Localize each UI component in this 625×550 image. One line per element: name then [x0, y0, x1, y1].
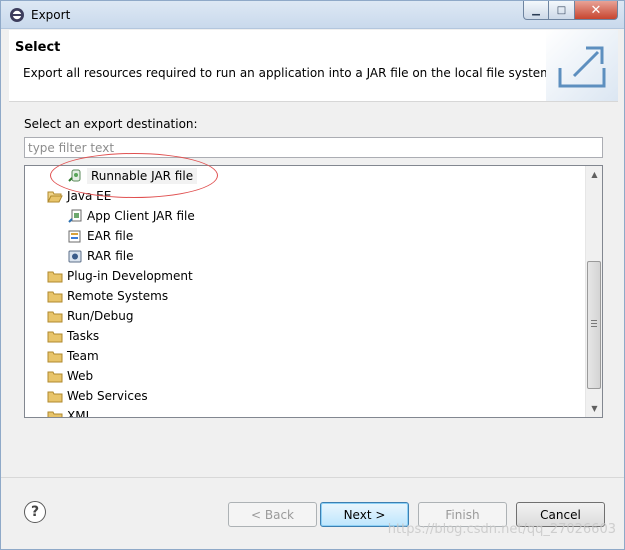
maximize-button[interactable]: □ — [549, 1, 575, 20]
tree-item[interactable]: Runnable JAR file — [67, 166, 198, 186]
tree-item-label: Java EE — [67, 189, 112, 203]
rar-icon — [67, 248, 83, 264]
tree-item-label: Remote Systems — [67, 289, 169, 303]
tree-item-label: EAR file — [87, 229, 134, 243]
back-button-label: < Back — [250, 507, 294, 522]
destination-label: Select an export destination: — [24, 117, 198, 131]
ear-icon — [67, 228, 83, 244]
filter-input[interactable] — [24, 137, 603, 158]
tree-item[interactable]: EAR file — [67, 226, 133, 246]
tree-item-label: Team — [67, 349, 99, 363]
scroll-down-icon[interactable]: ▼ — [586, 400, 602, 417]
folder-icon — [47, 308, 63, 324]
next-button-label: Next > — [343, 507, 386, 522]
folder-icon — [47, 368, 63, 384]
tree-item[interactable]: RAR file — [67, 246, 134, 266]
cancel-button-label: Cancel — [540, 507, 581, 522]
export-dialog: Export ▁ □ ✕ Select Export all resources… — [0, 0, 625, 550]
wizard-header: Select Export all resources required to … — [9, 30, 618, 102]
maximize-icon: □ — [556, 4, 567, 16]
tree-item[interactable]: Tasks — [47, 326, 99, 346]
tree-item[interactable]: Plug-in Development — [47, 266, 193, 286]
footer-divider — [1, 477, 624, 478]
tree-item-label: Web Services — [67, 389, 148, 403]
tree-item[interactable]: Remote Systems — [47, 286, 168, 306]
minimize-icon: ▁ — [532, 4, 540, 16]
folder-icon — [47, 348, 63, 364]
tree-item[interactable]: XML — [47, 406, 93, 418]
title-bar[interactable]: Export ▁ □ ✕ — [1, 1, 624, 29]
tree-item-label: Tasks — [67, 329, 100, 343]
tree-item-label: Web — [67, 369, 94, 383]
minimize-button[interactable]: ▁ — [523, 1, 549, 20]
grip-icon — [591, 320, 597, 327]
help-icon: ? — [30, 504, 40, 520]
folder-icon — [47, 288, 63, 304]
finish-button-label: Finish — [445, 507, 480, 522]
tree-item-label: Run/Debug — [67, 309, 134, 323]
tree-item-label: Plug-in Development — [67, 269, 193, 283]
export-banner-icon — [546, 30, 618, 101]
scroll-thumb[interactable] — [587, 261, 601, 389]
tree-item-label: XML — [67, 409, 93, 418]
folder-open-icon — [47, 188, 63, 204]
tree-item[interactable]: Run/Debug — [47, 306, 134, 326]
tree-item-label: RAR file — [87, 249, 134, 263]
app-client-icon — [67, 208, 83, 224]
tree-item[interactable]: Java EE — [47, 186, 111, 206]
back-button[interactable]: < Back — [228, 502, 317, 527]
window-title: Export — [31, 8, 71, 22]
destination-tree[interactable]: Runnable JAR file Java EE App Client JAR f… — [24, 165, 603, 418]
tree-item-label: Runnable JAR file — [87, 168, 198, 184]
scroll-up-icon[interactable]: ▲ — [586, 166, 602, 183]
wizard-body: Select an export destination: Runnable J… — [9, 102, 618, 477]
eclipse-icon — [10, 8, 24, 22]
folder-icon — [47, 388, 63, 404]
tree-item-label: App Client JAR file — [87, 209, 195, 223]
jar-runnable-icon — [67, 168, 83, 184]
folder-icon — [47, 328, 63, 344]
vertical-scrollbar[interactable]: ▲ ▼ — [585, 166, 602, 417]
folder-icon — [47, 268, 63, 284]
tree-item[interactable]: Web — [47, 366, 93, 386]
tree-item[interactable]: App Client JAR file — [67, 206, 195, 226]
tree-item[interactable]: Web Services — [47, 386, 148, 406]
close-button[interactable]: ✕ — [575, 1, 618, 20]
tree-item[interactable]: Team — [47, 346, 99, 366]
watermark: https://blog.csdn.net/qq_27026603 — [387, 522, 616, 537]
help-button[interactable]: ? — [24, 501, 46, 523]
close-icon: ✕ — [590, 2, 602, 18]
folder-icon — [47, 408, 63, 417]
page-description: Export all resources required to run an … — [23, 66, 556, 80]
page-title: Select — [15, 40, 61, 55]
